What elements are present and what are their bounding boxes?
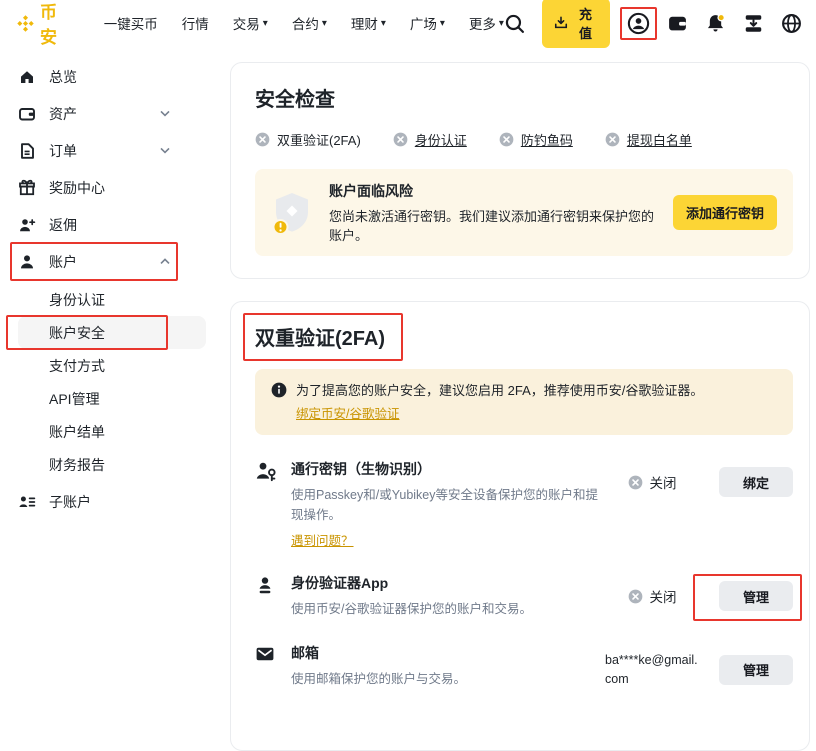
authenticator-desc: 使用币安/谷歌验证器保护您的账户和交易。	[291, 600, 605, 619]
info-icon	[271, 381, 287, 423]
sidebar-item-account[interactable]: 账户	[18, 243, 170, 280]
email-manage-button[interactable]: 管理	[719, 655, 793, 685]
passkey-help-link[interactable]: 遇到问题？	[291, 530, 354, 549]
deposit-button[interactable]: 充值	[542, 0, 610, 48]
shield-warning-icon	[271, 191, 313, 235]
sidebar-item-referral[interactable]: 返佣	[18, 206, 170, 243]
sidebar-item-api-management[interactable]: API管理	[18, 382, 206, 415]
authenticator-row: 身份验证器App 使用币安/谷歌验证器保护您的账户和交易。 关闭 管理	[255, 573, 793, 619]
binance-logo-icon	[16, 14, 35, 33]
bind-authenticator-link[interactable]: 绑定币安/谷歌验证	[296, 405, 399, 424]
status-off-icon	[628, 589, 643, 604]
chevron-down-icon	[160, 110, 170, 117]
nav-futures[interactable]: 合约	[292, 13, 327, 33]
two-factor-notice: 为了提高您的账户安全，建议您启用 2FA，推荐使用币安/谷歌验证器。 绑定币安/…	[255, 369, 793, 435]
home-icon	[18, 68, 36, 86]
sidebar-item-account-statement[interactable]: 账户结单	[18, 415, 206, 448]
status-off-icon	[499, 132, 514, 147]
main-content: 安全检查 双重验证(2FA) 身份认证 防钓鱼码 提现白名单	[214, 46, 816, 751]
risk-warning-text: 账户面临风险 您尚未激活通行密钥。我们建议添加通行密钥来保护您的账户。	[329, 181, 657, 244]
topbar-actions: 充值	[504, 0, 802, 48]
account-submenu: 身份认证 账户安全 支付方式 API管理 账户结单 财务报告	[18, 283, 214, 481]
sub-accounts-icon	[18, 493, 36, 511]
orders-document-icon	[18, 142, 36, 160]
authenticator-title: 身份验证器App	[291, 573, 605, 593]
sidebar-item-sub-accounts[interactable]: 子账户	[18, 483, 170, 520]
passkey-row: 通行密钥（生物识别） 使用Passkey和/或Yubikey等安全设备保护您的账…	[255, 459, 793, 549]
status-off-icon	[628, 475, 643, 490]
check-item-2fa[interactable]: 双重验证(2FA)	[255, 130, 361, 149]
chevron-down-icon	[160, 147, 170, 154]
authenticator-manage-button[interactable]: 管理	[719, 581, 793, 611]
two-factor-title: 双重验证(2FA)	[255, 322, 385, 351]
sidebar-item-account-security[interactable]: 账户安全	[18, 316, 206, 349]
sidebar-item-orders[interactable]: 订单	[18, 132, 170, 169]
sidebar-item-rewards-hub[interactable]: 奖励中心	[18, 169, 170, 206]
referral-person-plus-icon	[18, 216, 36, 234]
passkey-icon	[255, 459, 291, 485]
passkey-status: 关闭	[605, 472, 699, 492]
risk-warning-title: 账户面临风险	[329, 181, 657, 201]
download-app-icon[interactable]	[743, 13, 764, 34]
notification-bell-icon[interactable]	[705, 13, 726, 34]
status-off-icon	[393, 132, 408, 147]
deposit-icon	[554, 16, 568, 30]
nav-trade[interactable]: 交易	[233, 13, 268, 33]
sidebar-item-payment-methods[interactable]: 支付方式	[18, 349, 206, 382]
check-item-identity[interactable]: 身份认证	[393, 130, 467, 149]
email-icon	[255, 643, 291, 667]
nav-more[interactable]: 更多	[469, 13, 504, 33]
passkey-desc: 使用Passkey和/或Yubikey等安全设备保护您的账户和提现操作。	[291, 486, 605, 525]
search-icon[interactable]	[504, 13, 525, 34]
sidebar-item-identity-verification[interactable]: 身份认证	[18, 283, 206, 316]
rewards-gift-icon	[18, 179, 36, 197]
profile-icon[interactable]	[627, 12, 650, 35]
status-off-icon	[255, 132, 270, 147]
assets-wallet-icon	[18, 105, 36, 123]
sidebar-item-assets[interactable]: 资产	[18, 95, 170, 132]
add-passkey-button[interactable]: 添加通行密钥	[673, 195, 777, 230]
passkey-bind-button[interactable]: 绑定	[719, 467, 793, 497]
brand-name: 币安	[40, 0, 76, 48]
main-nav: 一键买币 行情 交易 合约 理财 广场 更多	[104, 13, 504, 33]
nav-square[interactable]: 广场	[410, 13, 445, 33]
authenticator-status: 关闭	[605, 586, 699, 606]
top-navigation-bar: 币安 一键买币 行情 交易 合约 理财 广场 更多 充值	[0, 0, 816, 46]
email-row: 邮箱 使用邮箱保护您的账户与交易。 ba****ke@gmail.com 管理	[255, 643, 793, 689]
language-globe-icon[interactable]	[781, 13, 802, 34]
risk-warning-banner: 账户面临风险 您尚未激活通行密钥。我们建议添加通行密钥来保护您的账户。 添加通行…	[255, 169, 793, 256]
check-item-antiphishing[interactable]: 防钓鱼码	[499, 130, 573, 149]
sidebar: 总览 资产 订单	[0, 46, 214, 520]
security-check-items: 双重验证(2FA) 身份认证 防钓鱼码 提现白名单	[255, 130, 793, 149]
binance-logo[interactable]: 币安	[16, 0, 76, 48]
security-check-card: 安全检查 双重验证(2FA) 身份认证 防钓鱼码 提现白名单	[230, 62, 810, 279]
account-person-icon	[18, 253, 36, 271]
nav-earn[interactable]: 理财	[351, 13, 386, 33]
nav-markets[interactable]: 行情	[182, 13, 209, 33]
two-factor-card: 双重验证(2FA) 为了提高您的账户安全，建议您启用 2FA，推荐使用币安/谷歌…	[230, 301, 810, 751]
email-title: 邮箱	[291, 643, 605, 663]
sidebar-item-financial-reports[interactable]: 财务报告	[18, 448, 206, 481]
nav-buy-crypto[interactable]: 一键买币	[104, 13, 158, 33]
passkey-title: 通行密钥（生物识别）	[291, 459, 605, 479]
notice-text: 为了提高您的账户安全，建议您启用 2FA，推荐使用币安/谷歌验证器。	[296, 383, 703, 398]
authenticator-app-icon	[255, 573, 291, 599]
security-check-title: 安全检查	[255, 83, 793, 112]
sidebar-item-dashboard[interactable]: 总览	[18, 58, 170, 95]
email-desc: 使用邮箱保护您的账户与交易。	[291, 670, 605, 689]
email-masked-value: ba****ke@gmail.com	[605, 651, 699, 687]
wallet-icon[interactable]	[667, 13, 688, 34]
risk-warning-desc: 您尚未激活通行密钥。我们建议添加通行密钥来保护您的账户。	[329, 206, 657, 244]
check-item-withdrawal-whitelist[interactable]: 提现白名单	[605, 130, 692, 149]
chevron-up-icon	[160, 258, 170, 265]
status-off-icon	[605, 132, 620, 147]
